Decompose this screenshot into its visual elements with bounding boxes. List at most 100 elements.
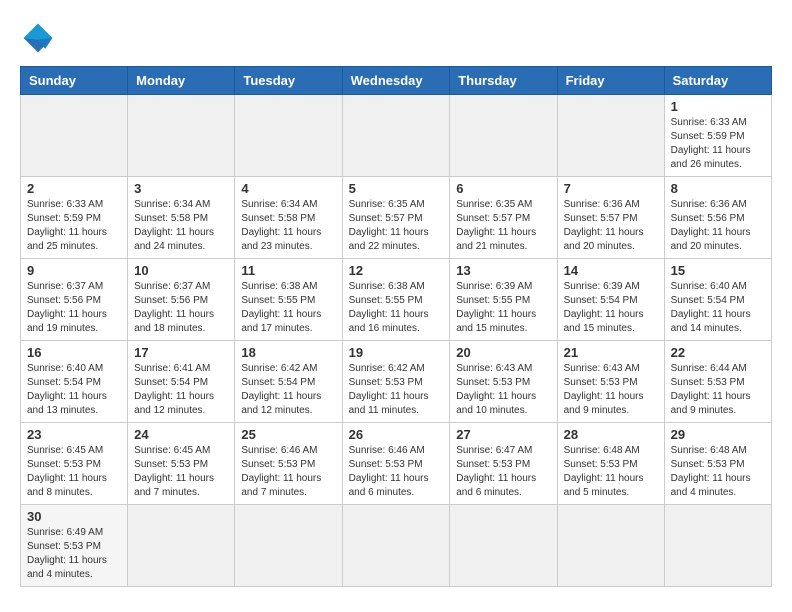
- calendar-week-row: 9 Sunrise: 6:37 AM Sunset: 5:56 PM Daylig…: [21, 259, 772, 341]
- day-number: 2: [27, 181, 121, 196]
- day-info: Sunrise: 6:37 AM Sunset: 5:56 PM Dayligh…: [134, 280, 228, 336]
- day-info: Sunrise: 6:38 AM Sunset: 5:55 PM Dayligh…: [349, 280, 444, 336]
- calendar-day-15: 15Sunrise: 6:40 AM Sunset: 5:54 PM Dayli…: [664, 259, 771, 341]
- calendar-day-20: 20 Sunrise: 6:43 AM Sunset: 5:53 PM Dayli…: [450, 341, 557, 423]
- day-number: 11: [241, 263, 335, 278]
- calendar-day-19: 19 Sunrise: 6:42 AM Sunset: 5:53 PM Dayli…: [342, 341, 450, 423]
- day-number: 22: [671, 345, 765, 360]
- calendar-day-8: 8 Sunrise: 6:36 AM Sunset: 5:56 PM Daylig…: [664, 177, 771, 259]
- day-info: Sunrise: 6:34 AM Sunset: 5:58 PM Dayligh…: [241, 198, 335, 254]
- day-info: Sunrise: 6:42 AM Sunset: 5:54 PM Dayligh…: [241, 362, 335, 418]
- day-number: 18: [241, 345, 335, 360]
- day-number: 29: [671, 427, 765, 442]
- day-info: Sunrise: 6:38 AM Sunset: 5:55 PM Dayligh…: [241, 280, 335, 336]
- weekday-header-tuesday: Tuesday: [235, 67, 342, 95]
- day-number: 13: [456, 263, 550, 278]
- calendar-day-17: 17 Sunrise: 6:41 AM Sunset: 5:54 PM Dayli…: [128, 341, 235, 423]
- day-number: 5: [349, 181, 444, 196]
- day-info: Sunrise: 6:43 AM Sunset: 5:53 PM Dayligh…: [456, 362, 550, 418]
- calendar-day-empty: [557, 95, 664, 177]
- day-number: 8: [671, 181, 765, 196]
- day-number: 24: [134, 427, 228, 442]
- day-info: Sunrise: 6:46 AM Sunset: 5:53 PM Dayligh…: [241, 444, 335, 500]
- day-number: 17: [134, 345, 228, 360]
- calendar-day-empty: [235, 95, 342, 177]
- calendar-day-11: 11 Sunrise: 6:38 AM Sunset: 5:55 PM Dayli…: [235, 259, 342, 341]
- day-number: 4: [241, 181, 335, 196]
- day-number: 26: [349, 427, 444, 442]
- calendar-day-1: 1Sunrise: 6:33 AM Sunset: 5:59 PM Daylig…: [664, 95, 771, 177]
- day-number: 30: [27, 509, 121, 524]
- day-number: 21: [564, 345, 658, 360]
- weekday-header-row: SundayMondayTuesdayWednesdayThursdayFrid…: [21, 67, 772, 95]
- day-info: Sunrise: 6:45 AM Sunset: 5:53 PM Dayligh…: [134, 444, 228, 500]
- day-info: Sunrise: 6:35 AM Sunset: 5:57 PM Dayligh…: [349, 198, 444, 254]
- day-info: Sunrise: 6:35 AM Sunset: 5:57 PM Dayligh…: [456, 198, 550, 254]
- calendar-day-3: 3Sunrise: 6:34 AM Sunset: 5:58 PM Daylig…: [128, 177, 235, 259]
- weekday-header-thursday: Thursday: [450, 67, 557, 95]
- calendar-day-16: 16Sunrise: 6:40 AM Sunset: 5:54 PM Dayli…: [21, 341, 128, 423]
- day-info: Sunrise: 6:48 AM Sunset: 5:53 PM Dayligh…: [564, 444, 658, 500]
- calendar-day-23: 23Sunrise: 6:45 AM Sunset: 5:53 PM Dayli…: [21, 423, 128, 505]
- calendar-day-18: 18 Sunrise: 6:42 AM Sunset: 5:54 PM Dayli…: [235, 341, 342, 423]
- day-info: Sunrise: 6:39 AM Sunset: 5:54 PM Dayligh…: [564, 280, 658, 336]
- calendar-day-28: 28 Sunrise: 6:48 AM Sunset: 5:53 PM Dayli…: [557, 423, 664, 505]
- calendar-day-7: 7Sunrise: 6:36 AM Sunset: 5:57 PM Daylig…: [557, 177, 664, 259]
- calendar-day-empty: [664, 505, 771, 587]
- calendar-day-25: 25 Sunrise: 6:46 AM Sunset: 5:53 PM Dayli…: [235, 423, 342, 505]
- calendar-day-29: 29 Sunrise: 6:48 AM Sunset: 5:53 PM Dayli…: [664, 423, 771, 505]
- calendar-day-9: 9Sunrise: 6:37 AM Sunset: 5:56 PM Daylig…: [21, 259, 128, 341]
- day-number: 9: [27, 263, 121, 278]
- calendar-day-2: 2 Sunrise: 6:33 AM Sunset: 5:59 PM Daylig…: [21, 177, 128, 259]
- day-number: 12: [349, 263, 444, 278]
- day-info: Sunrise: 6:36 AM Sunset: 5:56 PM Dayligh…: [671, 198, 765, 254]
- day-info: Sunrise: 6:45 AM Sunset: 5:53 PM Dayligh…: [27, 444, 121, 500]
- calendar-week-row: 1Sunrise: 6:33 AM Sunset: 5:59 PM Daylig…: [21, 95, 772, 177]
- day-number: 28: [564, 427, 658, 442]
- day-info: Sunrise: 6:41 AM Sunset: 5:54 PM Dayligh…: [134, 362, 228, 418]
- day-number: 15: [671, 263, 765, 278]
- day-number: 1: [671, 99, 765, 114]
- day-number: 7: [564, 181, 658, 196]
- day-info: Sunrise: 6:44 AM Sunset: 5:53 PM Dayligh…: [671, 362, 765, 418]
- calendar-day-4: 4 Sunrise: 6:34 AM Sunset: 5:58 PM Daylig…: [235, 177, 342, 259]
- day-number: 20: [456, 345, 550, 360]
- day-info: Sunrise: 6:46 AM Sunset: 5:53 PM Dayligh…: [349, 444, 444, 500]
- calendar-day-30: 30 Sunrise: 6:49 AM Sunset: 5:53 PM Dayli…: [21, 505, 128, 587]
- day-info: Sunrise: 6:47 AM Sunset: 5:53 PM Dayligh…: [456, 444, 550, 500]
- calendar-day-26: 26 Sunrise: 6:46 AM Sunset: 5:53 PM Dayli…: [342, 423, 450, 505]
- day-number: 16: [27, 345, 121, 360]
- calendar-day-27: 27 Sunrise: 6:47 AM Sunset: 5:53 PM Dayli…: [450, 423, 557, 505]
- day-number: 6: [456, 181, 550, 196]
- calendar-day-21: 21Sunrise: 6:43 AM Sunset: 5:53 PM Dayli…: [557, 341, 664, 423]
- day-info: Sunrise: 6:48 AM Sunset: 5:53 PM Dayligh…: [671, 444, 765, 500]
- calendar-day-empty: [342, 505, 450, 587]
- calendar-day-empty: [450, 505, 557, 587]
- page-header: [20, 20, 772, 56]
- weekday-header-monday: Monday: [128, 67, 235, 95]
- calendar-table: SundayMondayTuesdayWednesdayThursdayFrid…: [20, 66, 772, 587]
- calendar-week-row: 16Sunrise: 6:40 AM Sunset: 5:54 PM Dayli…: [21, 341, 772, 423]
- calendar-day-22: 22 Sunrise: 6:44 AM Sunset: 5:53 PM Dayli…: [664, 341, 771, 423]
- calendar-day-12: 12 Sunrise: 6:38 AM Sunset: 5:55 PM Dayli…: [342, 259, 450, 341]
- calendar-day-empty: [128, 505, 235, 587]
- day-number: 14: [564, 263, 658, 278]
- day-number: 3: [134, 181, 228, 196]
- calendar-day-empty: [21, 95, 128, 177]
- day-number: 25: [241, 427, 335, 442]
- logo: [20, 20, 62, 56]
- weekday-header-sunday: Sunday: [21, 67, 128, 95]
- day-number: 27: [456, 427, 550, 442]
- calendar-day-empty: [342, 95, 450, 177]
- logo-icon: [20, 20, 56, 56]
- calendar-day-24: 24 Sunrise: 6:45 AM Sunset: 5:53 PM Dayli…: [128, 423, 235, 505]
- day-info: Sunrise: 6:49 AM Sunset: 5:53 PM Dayligh…: [27, 526, 121, 582]
- day-number: 19: [349, 345, 444, 360]
- calendar-day-6: 6 Sunrise: 6:35 AM Sunset: 5:57 PM Daylig…: [450, 177, 557, 259]
- day-info: Sunrise: 6:42 AM Sunset: 5:53 PM Dayligh…: [349, 362, 444, 418]
- day-info: Sunrise: 6:39 AM Sunset: 5:55 PM Dayligh…: [456, 280, 550, 336]
- day-info: Sunrise: 6:33 AM Sunset: 5:59 PM Dayligh…: [27, 198, 121, 254]
- calendar-day-10: 10Sunrise: 6:37 AM Sunset: 5:56 PM Dayli…: [128, 259, 235, 341]
- weekday-header-saturday: Saturday: [664, 67, 771, 95]
- calendar-day-14: 14 Sunrise: 6:39 AM Sunset: 5:54 PM Dayli…: [557, 259, 664, 341]
